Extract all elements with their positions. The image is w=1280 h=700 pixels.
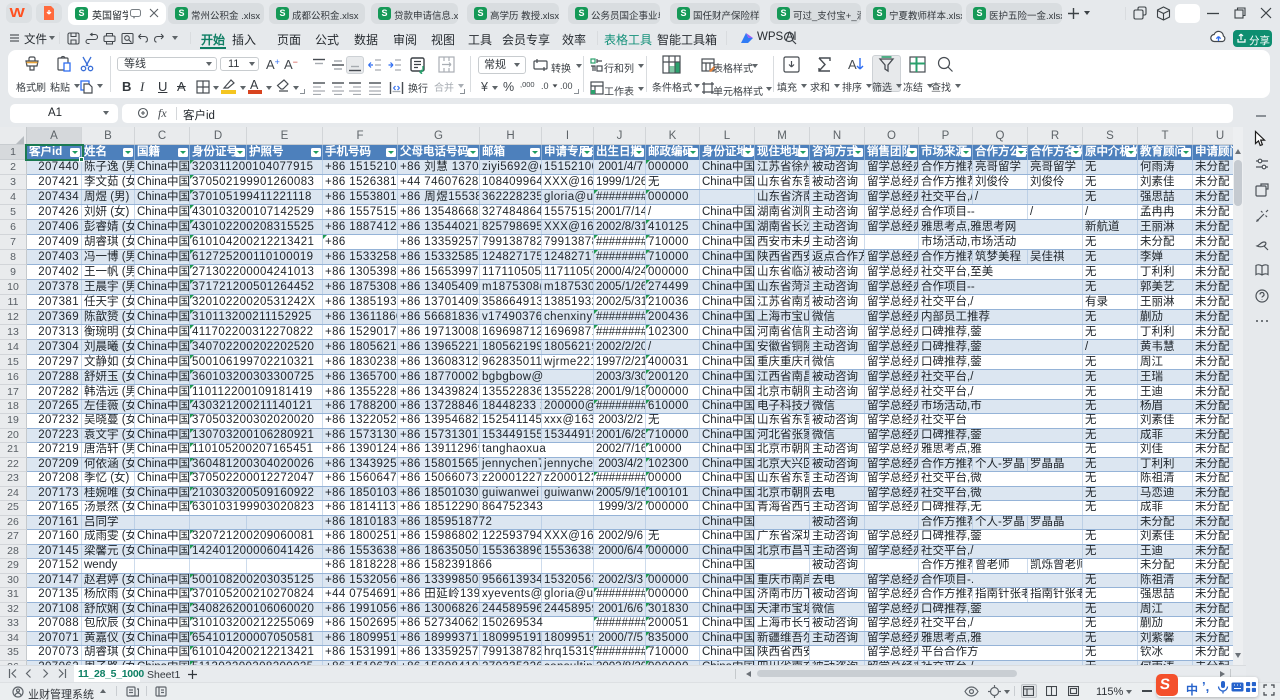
svg-text:A: A [848,57,857,72]
